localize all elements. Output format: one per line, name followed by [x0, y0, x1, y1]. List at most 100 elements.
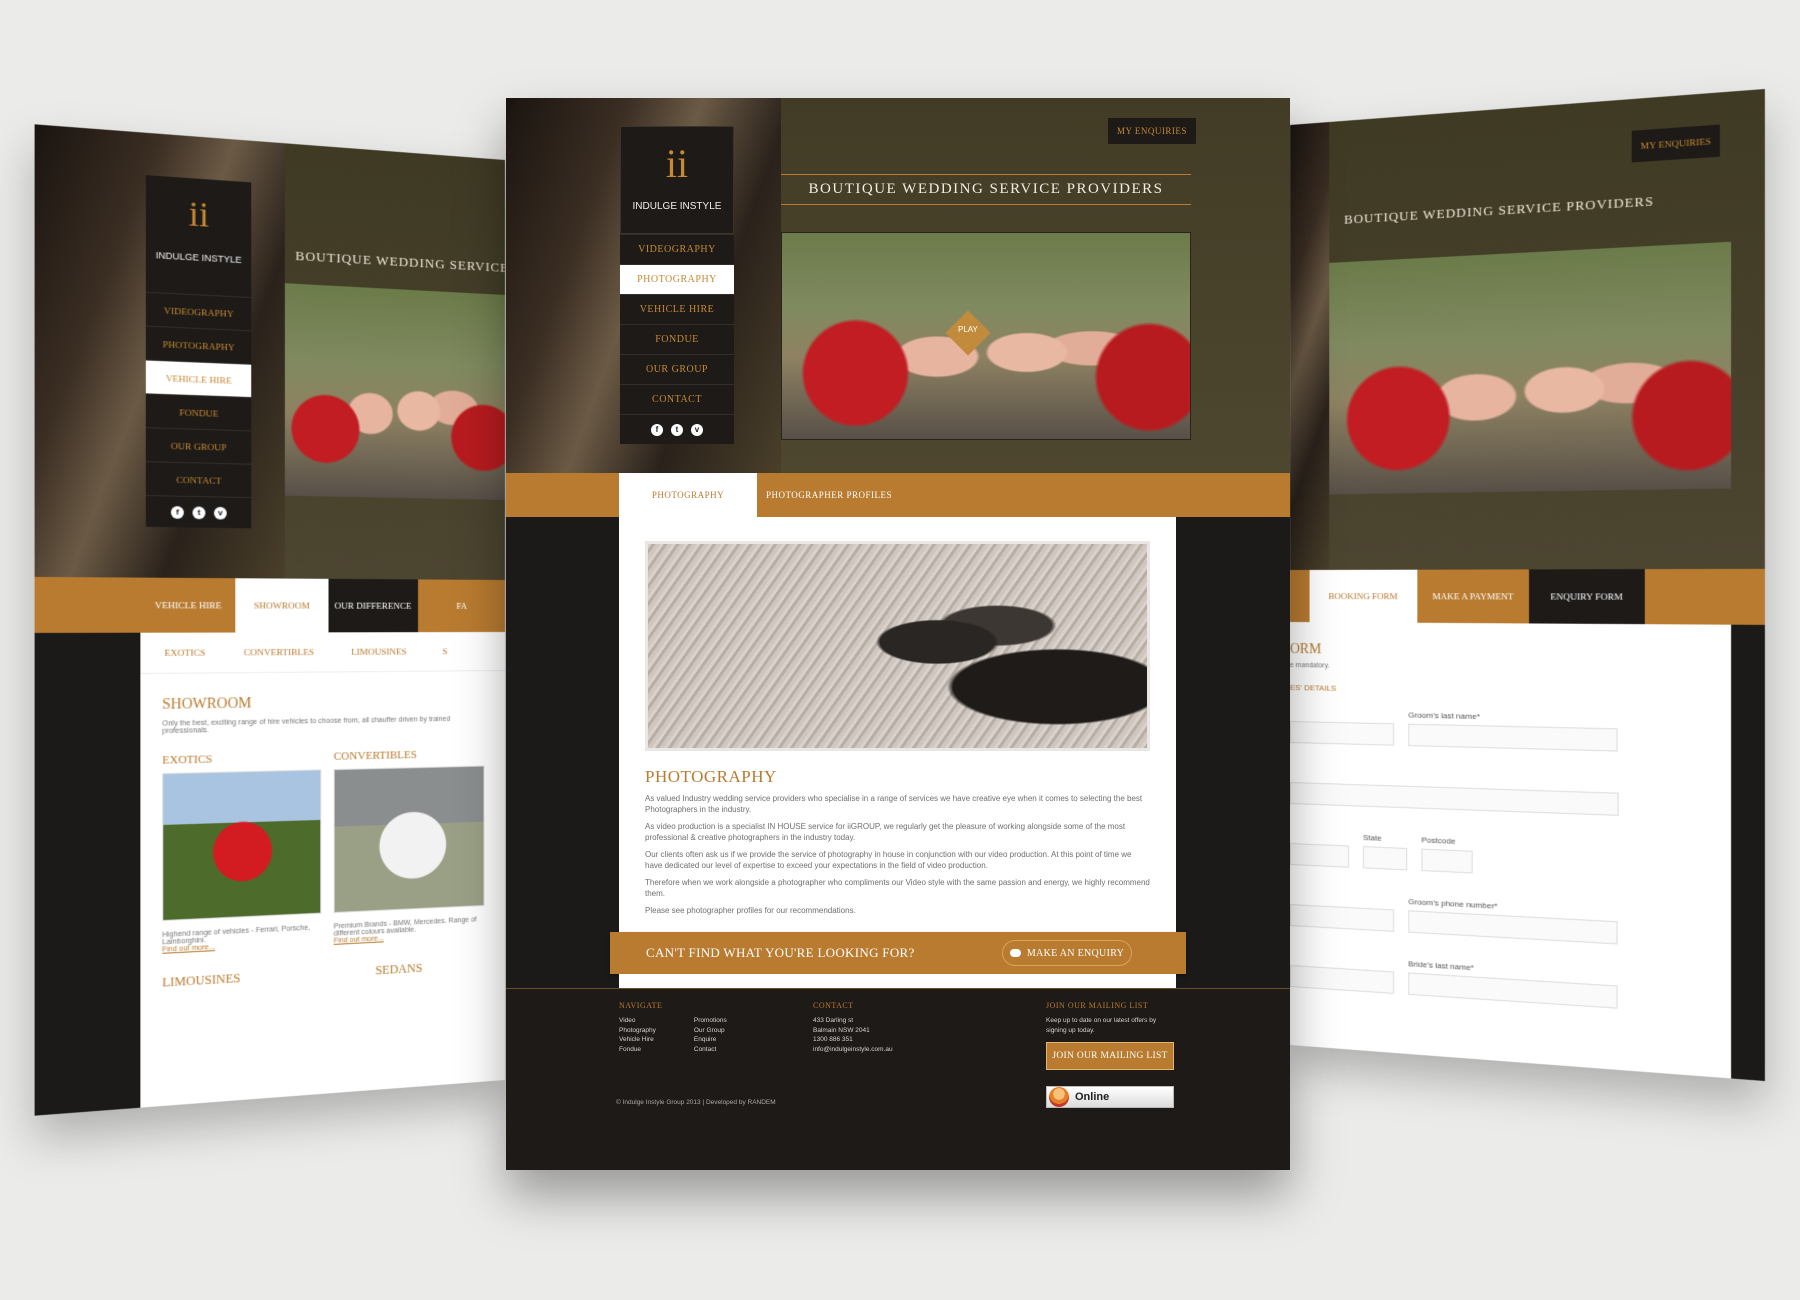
bride-last-field: Bride's last name*	[1408, 959, 1617, 1009]
nav-contact[interactable]: CONTACT	[146, 461, 251, 497]
groom-first-input[interactable]	[1290, 721, 1394, 746]
subtab-limousines[interactable]: LIMOUSINES	[351, 646, 406, 656]
booking-form: ORM e mandatory. ES' DETAILS Groom's las…	[1290, 622, 1731, 1078]
footer-link[interactable]: Enquire	[694, 1035, 727, 1045]
state-select[interactable]	[1363, 846, 1407, 870]
contact-phone[interactable]: 1300 886 351	[813, 1035, 893, 1045]
bridesmaids-video[interactable]	[1329, 242, 1731, 495]
sedans-heading: SEDANS	[355, 939, 442, 979]
groom-last-input[interactable]	[1408, 724, 1617, 752]
nav-videography[interactable]: VIDEOGRAPHY	[620, 234, 734, 264]
twitter-icon[interactable]: t	[671, 424, 683, 436]
nav-our-group[interactable]: OUR GROUP	[146, 427, 251, 464]
hero-banner: ii INDULGE INSTYLE VIDEOGRAPHY PHOTOGRAP…	[506, 98, 1290, 473]
tab-booking-form[interactable]: BOOKING FORM	[1310, 570, 1418, 623]
subtab-exotics[interactable]: EXOTICS	[164, 647, 205, 658]
enquiry-cta-bar: CAN'T FIND WHAT YOU'RE LOOKING FOR? MAKE…	[610, 932, 1186, 974]
tab-make-a-payment[interactable]: MAKE A PAYMENT	[1417, 569, 1529, 623]
tab-fa[interactable]: FA	[418, 579, 505, 632]
live-chat-badge[interactable]: Online	[1046, 1086, 1174, 1108]
footer: NAVIGATE Video Photography Vehicle Hire …	[506, 989, 1290, 1170]
nav-vehicle-hire[interactable]: VEHICLE HIRE	[146, 359, 251, 397]
hero-headline-block: BOUTIQUE WEDDING SERVICE PROVIDERS	[781, 168, 1191, 211]
field-label	[1290, 708, 1394, 719]
tab-showroom[interactable]: SHOWROOM	[236, 578, 328, 632]
tab-vehicle-hire[interactable]: VEHICLE HIRE	[140, 578, 235, 633]
bridesmaids-video[interactable]: PLAY	[781, 232, 1191, 440]
tab-enquiry-form[interactable]: ENQUIRY FORM	[1529, 569, 1645, 624]
bridesmaids-video[interactable]	[285, 283, 505, 500]
tab-photographer-profiles[interactable]: PHOTOGRAPHER PROFILES	[757, 473, 901, 517]
photography-content: PHOTOGRAPHY As valued Industry wedding s…	[619, 517, 1176, 932]
subtab-s[interactable]: S	[442, 646, 447, 656]
field-label: Groom's last name*	[1408, 710, 1617, 724]
tab-our-difference[interactable]: OUR DIFFERENCE	[328, 579, 418, 633]
bride-first-field	[1290, 952, 1394, 994]
facebook-icon[interactable]: f	[651, 424, 663, 436]
form-row: Bride's last name*	[1290, 952, 1731, 1016]
vimeo-icon[interactable]: v	[214, 506, 227, 519]
make-enquiry-button[interactable]: MAKE AN ENQUIRY	[1002, 940, 1132, 966]
footer-link[interactable]: Video	[619, 1016, 656, 1026]
bride-phone-input[interactable]	[1290, 904, 1394, 932]
copyright: © Indulge Instyle Group 2013 | Developed…	[616, 1099, 776, 1106]
footer-link[interactable]: Fondue	[619, 1045, 656, 1055]
my-enquiries-button[interactable]: MY ENQUIRIES	[1632, 125, 1720, 163]
tab-photography[interactable]: PHOTOGRAPHY	[619, 473, 757, 517]
hero-banner: BOUTIQUE WEDDING SERVICE PROVI ii INDULG…	[35, 124, 505, 580]
section-tabs: BOOKING FORM MAKE A PAYMENT ENQUIRY FORM	[1290, 569, 1765, 625]
logo[interactable]: ii INDULGE INSTYLE	[620, 126, 734, 234]
facebook-icon[interactable]: f	[171, 506, 184, 519]
paragraph: As valued Industry wedding service provi…	[645, 793, 1150, 815]
white-car-photo[interactable]	[334, 765, 485, 913]
suburb-field	[1290, 830, 1349, 868]
contact-email[interactable]: info@indulgeinstyle.com.au	[813, 1045, 893, 1055]
field-label	[1290, 891, 1394, 905]
nav-videography[interactable]: VIDEOGRAPHY	[146, 292, 251, 331]
suburb-input[interactable]	[1290, 843, 1349, 868]
nav-fondue[interactable]: FONDUE	[146, 393, 251, 430]
section-tabs: VEHICLE HIRE SHOWROOM OUR DIFFERENCE FA	[35, 577, 505, 633]
contact-suburb: Balmain NSW 2041	[813, 1026, 893, 1036]
showroom-content: EXOTICS CONVERTIBLES LIMOUSINES S SHOWRO…	[140, 632, 505, 1108]
subtab-convertibles[interactable]: CONVERTIBLES	[244, 647, 314, 658]
footer-mailing: JOIN OUR MAILING LIST Keep up to date on…	[1046, 1001, 1176, 1035]
nav-contact[interactable]: CONTACT	[620, 384, 734, 414]
footer-contact-title: CONTACT	[813, 1001, 893, 1010]
groom-phone-field: Groom's phone number*	[1408, 897, 1617, 944]
footer-link[interactable]: Vehicle Hire	[619, 1035, 656, 1045]
mockup-stage: BOUTIQUE WEDDING SERVICE PROVI ii INDULG…	[0, 0, 1800, 1300]
card-title: EXOTICS	[162, 751, 321, 767]
card-exotics: EXOTICS Highend range of vehicles - Ferr…	[162, 751, 321, 954]
nav-our-group[interactable]: OUR GROUP	[620, 354, 734, 384]
couple-photo	[645, 541, 1150, 751]
footer-link[interactable]: Our Group	[694, 1026, 727, 1036]
social-links: f t v	[620, 414, 734, 444]
postcode-input[interactable]	[1421, 849, 1472, 874]
hero-headline: BOUTIQUE WEDDING SERVICE PROVIDERS	[1344, 193, 1654, 228]
speech-bubble-icon	[1010, 949, 1021, 957]
footer-link[interactable]: Promotions	[694, 1016, 727, 1026]
field-label	[1290, 830, 1349, 841]
footer-link[interactable]: Photography	[619, 1026, 656, 1036]
paragraph: As video production is a specialist IN H…	[645, 821, 1150, 843]
footer-link[interactable]: Contact	[694, 1045, 727, 1055]
bride-first-input[interactable]	[1290, 965, 1394, 994]
state-field: State	[1363, 833, 1407, 870]
nav-photography[interactable]: PHOTOGRAPHY	[146, 326, 251, 364]
groom-first-field	[1290, 708, 1394, 746]
nav-vehicle-hire[interactable]: VEHICLE HIRE	[620, 294, 734, 324]
red-car-photo[interactable]	[162, 769, 321, 921]
my-enquiries-button[interactable]: MY ENQUIRIES	[1108, 118, 1196, 144]
vimeo-icon[interactable]: v	[691, 424, 703, 436]
address-input[interactable]	[1290, 782, 1619, 816]
nav-photography[interactable]: PHOTOGRAPHY	[620, 264, 734, 294]
nav-fondue[interactable]: FONDUE	[620, 324, 734, 354]
footer-navigate: NAVIGATE Video Photography Vehicle Hire …	[619, 1001, 727, 1054]
join-mailing-list-button[interactable]: JOIN OUR MAILING LIST	[1046, 1042, 1174, 1070]
field-label: Postcode	[1421, 835, 1472, 846]
play-label: PLAY	[958, 325, 978, 334]
groom-last-field: Groom's last name*	[1408, 710, 1617, 751]
twitter-icon[interactable]: t	[193, 506, 206, 519]
logo[interactable]: ii INDULGE INSTYLE	[146, 175, 251, 297]
